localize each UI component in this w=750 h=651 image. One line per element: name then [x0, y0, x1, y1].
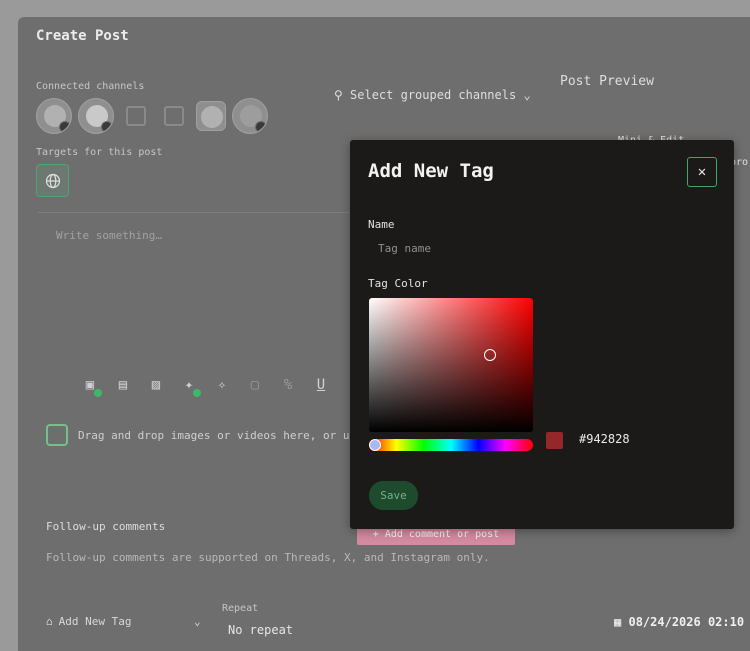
color-swatch [546, 432, 563, 449]
followup-title: Follow-up comments [46, 520, 166, 533]
tag-color-label: Tag Color [368, 277, 428, 290]
save-button[interactable]: Save [369, 481, 418, 510]
name-label: Name [368, 218, 395, 231]
user-icon: ⚲ [334, 88, 343, 102]
hue-slider[interactable] [369, 439, 533, 451]
saturation-value-picker[interactable] [369, 298, 533, 432]
schedule-datetime[interactable]: ▦ 08/24/2026 02:10 [614, 615, 744, 629]
channel-avatar[interactable] [158, 100, 190, 132]
upload-image-icon [46, 424, 68, 446]
followup-note: Follow-up comments are supported on Thre… [46, 551, 490, 564]
globe-icon [45, 173, 60, 188]
hex-value[interactable]: #942828 [579, 432, 630, 446]
ai-image-icon[interactable]: ✦ [179, 375, 201, 397]
tag-icon: ⌂ [46, 615, 53, 628]
add-tag-button[interactable]: ⌂ Add New Tag [46, 615, 131, 628]
media-drop-zone[interactable]: Drag and drop images or videos here, or … [46, 424, 363, 446]
tag-name-input[interactable] [368, 237, 708, 259]
hue-slider-handle[interactable] [369, 439, 381, 451]
channel-avatar[interactable] [232, 98, 268, 134]
post-editor[interactable]: Write something… ▣ ▤ ▨ ✦ ✧ ▢ % U I [38, 212, 358, 437]
channel-avatar[interactable] [196, 101, 226, 131]
calendar-icon: ▦ [614, 615, 622, 629]
signature-icon[interactable]: ▢ [245, 375, 265, 395]
repeat-select[interactable]: No repeat [228, 623, 293, 637]
channel-avatar[interactable] [36, 98, 72, 134]
editor-toolbar: ▣ ▤ ▨ ✦ ✧ ▢ % U I [80, 375, 364, 397]
repeat-label: Repeat [222, 603, 259, 614]
close-button[interactable]: ✕ [687, 157, 717, 187]
page-title: Create Post [36, 28, 129, 44]
underline-icon[interactable]: U [311, 375, 331, 395]
channel-avatars [36, 98, 268, 134]
gallery-icon[interactable]: ▤ [113, 375, 133, 395]
link-icon[interactable]: % [278, 375, 298, 395]
globe-target-button[interactable] [36, 164, 69, 197]
chevron-down-icon[interactable]: ⌄ [194, 615, 201, 628]
insert-media-icon[interactable]: ▣ [80, 375, 102, 397]
magic-wand-icon[interactable]: ✧ [212, 375, 232, 395]
image-icon[interactable]: ▨ [146, 375, 166, 395]
targets-label: Targets for this post [36, 147, 163, 158]
color-picker-handle[interactable] [484, 349, 496, 361]
grouped-channels-select[interactable]: ⚲ Select grouped channels ⌄ [334, 88, 531, 102]
channel-avatar[interactable] [78, 98, 114, 134]
modal-title: Add New Tag [368, 160, 494, 182]
editor-placeholder: Write something… [56, 229, 162, 242]
post-preview-label: Post Preview [560, 74, 654, 89]
connected-channels-label: Connected channels [36, 81, 145, 92]
add-tag-modal: Add New Tag ✕ Name Tag Color #942828 Sav… [350, 140, 734, 529]
chevron-down-icon: ⌄ [523, 88, 531, 102]
close-icon: ✕ [697, 164, 707, 180]
channel-avatar[interactable] [120, 100, 152, 132]
